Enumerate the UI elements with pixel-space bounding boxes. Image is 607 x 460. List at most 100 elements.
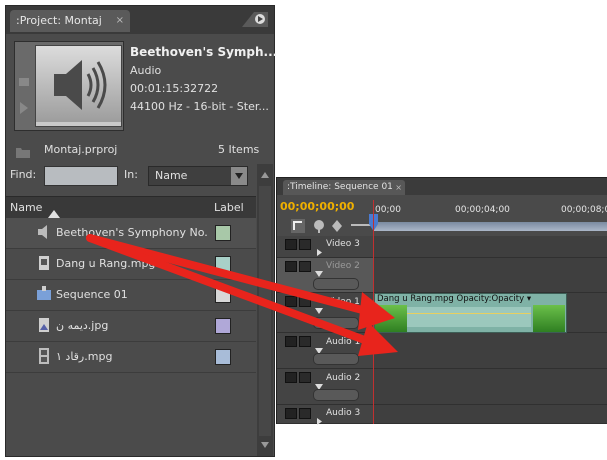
find-row: Find: In: Name <box>6 164 274 188</box>
label-swatch[interactable] <box>215 287 231 303</box>
project-tab-title: :Project: Montaj <box>16 14 102 27</box>
label-swatch[interactable] <box>215 349 231 365</box>
timecode-display[interactable]: 00;00;00;00 <box>280 200 354 213</box>
keyframe-icon[interactable] <box>331 218 343 237</box>
sequence-icon <box>36 286 52 302</box>
ruler-label: 00;00 <box>375 205 401 215</box>
list-item[interactable]: ديمه ن.jpg <box>6 311 256 342</box>
zoom-slider[interactable] <box>351 224 371 226</box>
item-name: Sequence 01 <box>56 288 128 301</box>
item-name: ديمه ن.jpg <box>56 319 109 332</box>
project-scrollbar[interactable] <box>257 164 273 456</box>
track-header: Video 3 <box>277 236 373 258</box>
project-panel: :Project: Montaj × Beethoven's Symph... … <box>5 5 278 457</box>
label-swatch[interactable] <box>215 225 231 241</box>
work-area-bar[interactable] <box>373 222 607 231</box>
close-icon[interactable]: × <box>116 10 124 32</box>
item-name: Dang u Rang.mpg <box>56 257 156 270</box>
lock-icon[interactable] <box>299 336 311 347</box>
audio-speaker-icon <box>35 45 122 127</box>
track-area[interactable] <box>373 236 607 258</box>
column-header-name[interactable]: Name <box>10 201 42 214</box>
list-item[interactable]: رقاد ١.mpg <box>6 342 256 373</box>
lock-icon[interactable] <box>299 261 311 272</box>
time-ruler[interactable]: 00;00 00;00;04;00 00;00;08;00 <box>369 200 607 233</box>
in-select-value: Name <box>155 169 188 182</box>
track-area[interactable] <box>373 333 607 369</box>
keyframe-nav[interactable] <box>313 353 359 365</box>
ruler-label: 00;00;04;00 <box>455 205 510 215</box>
expand-arrow-icon[interactable] <box>317 410 322 429</box>
lock-icon[interactable] <box>299 296 311 307</box>
expand-arrow-icon[interactable] <box>315 299 323 318</box>
track-header: Video 2 <box>277 258 373 293</box>
audio-speaker-icon <box>36 224 52 240</box>
ruler-label: 00;00;08;00 <box>561 205 607 215</box>
video-clip-icon <box>36 255 52 271</box>
column-header-label[interactable]: Label <box>214 201 244 214</box>
eye-icon[interactable] <box>285 239 297 250</box>
find-input[interactable] <box>44 166 118 186</box>
list-header: Name Label <box>6 196 256 220</box>
track-name: Audio 3 <box>326 408 361 418</box>
playhead-line[interactable] <box>373 200 374 424</box>
clip-body <box>407 307 531 327</box>
keyframe-nav[interactable] <box>313 317 359 329</box>
track-name: Audio 2 <box>326 373 361 383</box>
track-audio-3: Audio 3 <box>277 405 607 425</box>
track-name: Video 3 <box>326 239 360 249</box>
snap-icon[interactable] <box>291 218 305 237</box>
track-audio-2: Audio 2 <box>277 369 607 405</box>
play-preview-icon[interactable] <box>17 72 31 122</box>
track-header: Audio 1 <box>277 333 373 369</box>
track-audio-1: Audio 1 <box>277 333 607 369</box>
asset-name: Beethoven's Symph... <box>130 45 278 59</box>
keyframe-nav[interactable] <box>313 278 359 290</box>
project-file-row: Montaj.prproj 5 Items <box>6 139 274 161</box>
speaker-toggle-icon[interactable] <box>285 336 297 347</box>
opacity-line[interactable] <box>407 313 531 314</box>
track-area[interactable] <box>373 405 607 424</box>
project-file-name: Montaj.prproj <box>44 143 118 156</box>
list-item[interactable]: Sequence 01 <box>6 280 256 311</box>
asset-duration: 00:01:15:32722 <box>130 82 219 95</box>
timeline-tools <box>277 216 373 236</box>
track-area[interactable] <box>373 258 607 293</box>
track-area[interactable] <box>373 369 607 405</box>
track-header: Video 1 <box>277 293 373 333</box>
lock-icon[interactable] <box>299 239 311 250</box>
chevron-down-icon[interactable] <box>231 167 247 185</box>
track-video-2: Video 2 <box>277 258 607 293</box>
list-item[interactable]: Beethoven's Symphony No. <box>6 218 256 249</box>
keyframe-nav[interactable] <box>313 389 359 401</box>
panel-menu-icon[interactable] <box>240 10 268 28</box>
preview-thumbnail <box>14 41 124 131</box>
close-icon[interactable]: × <box>395 180 402 195</box>
timeline-tab-bar: :Timeline: Sequence 01 × <box>277 178 607 195</box>
label-swatch[interactable] <box>215 256 231 272</box>
list-item[interactable]: Dang u Rang.mpg <box>6 249 256 280</box>
video-clip[interactable]: Dang u Rang.mpg Opacity:Opacity ▾ <box>374 293 567 333</box>
label-swatch[interactable] <box>215 318 231 334</box>
project-tab[interactable]: :Project: Montaj × <box>10 10 130 32</box>
find-label: Find: <box>10 168 37 181</box>
track-video-3: Video 3 <box>277 236 607 258</box>
timeline-tab[interactable]: :Timeline: Sequence 01 × <box>283 180 405 195</box>
track-header: Audio 2 <box>277 369 373 405</box>
speaker-toggle-icon[interactable] <box>285 372 297 383</box>
eye-icon[interactable] <box>285 296 297 307</box>
clip-label: Dang u Rang.mpg Opacity:Opacity ▾ <box>377 294 532 304</box>
items-count: 5 Items <box>218 143 260 156</box>
eye-icon[interactable] <box>285 261 297 272</box>
in-label: In: <box>124 168 138 181</box>
timeline-tab-title: :Timeline: Sequence 01 <box>287 182 393 192</box>
speaker-toggle-icon[interactable] <box>285 408 297 419</box>
lock-icon[interactable] <box>299 408 311 419</box>
lock-icon[interactable] <box>299 372 311 383</box>
item-name: Beethoven's Symphony No. <box>56 226 208 239</box>
marker-icon[interactable] <box>313 218 325 237</box>
clip-thumbnail <box>375 305 407 332</box>
timeline-panel: :Timeline: Sequence 01 × 00;00;00;00 00;… <box>276 177 607 425</box>
in-select[interactable]: Name <box>148 166 248 186</box>
track-header: Audio 3 <box>277 405 373 425</box>
